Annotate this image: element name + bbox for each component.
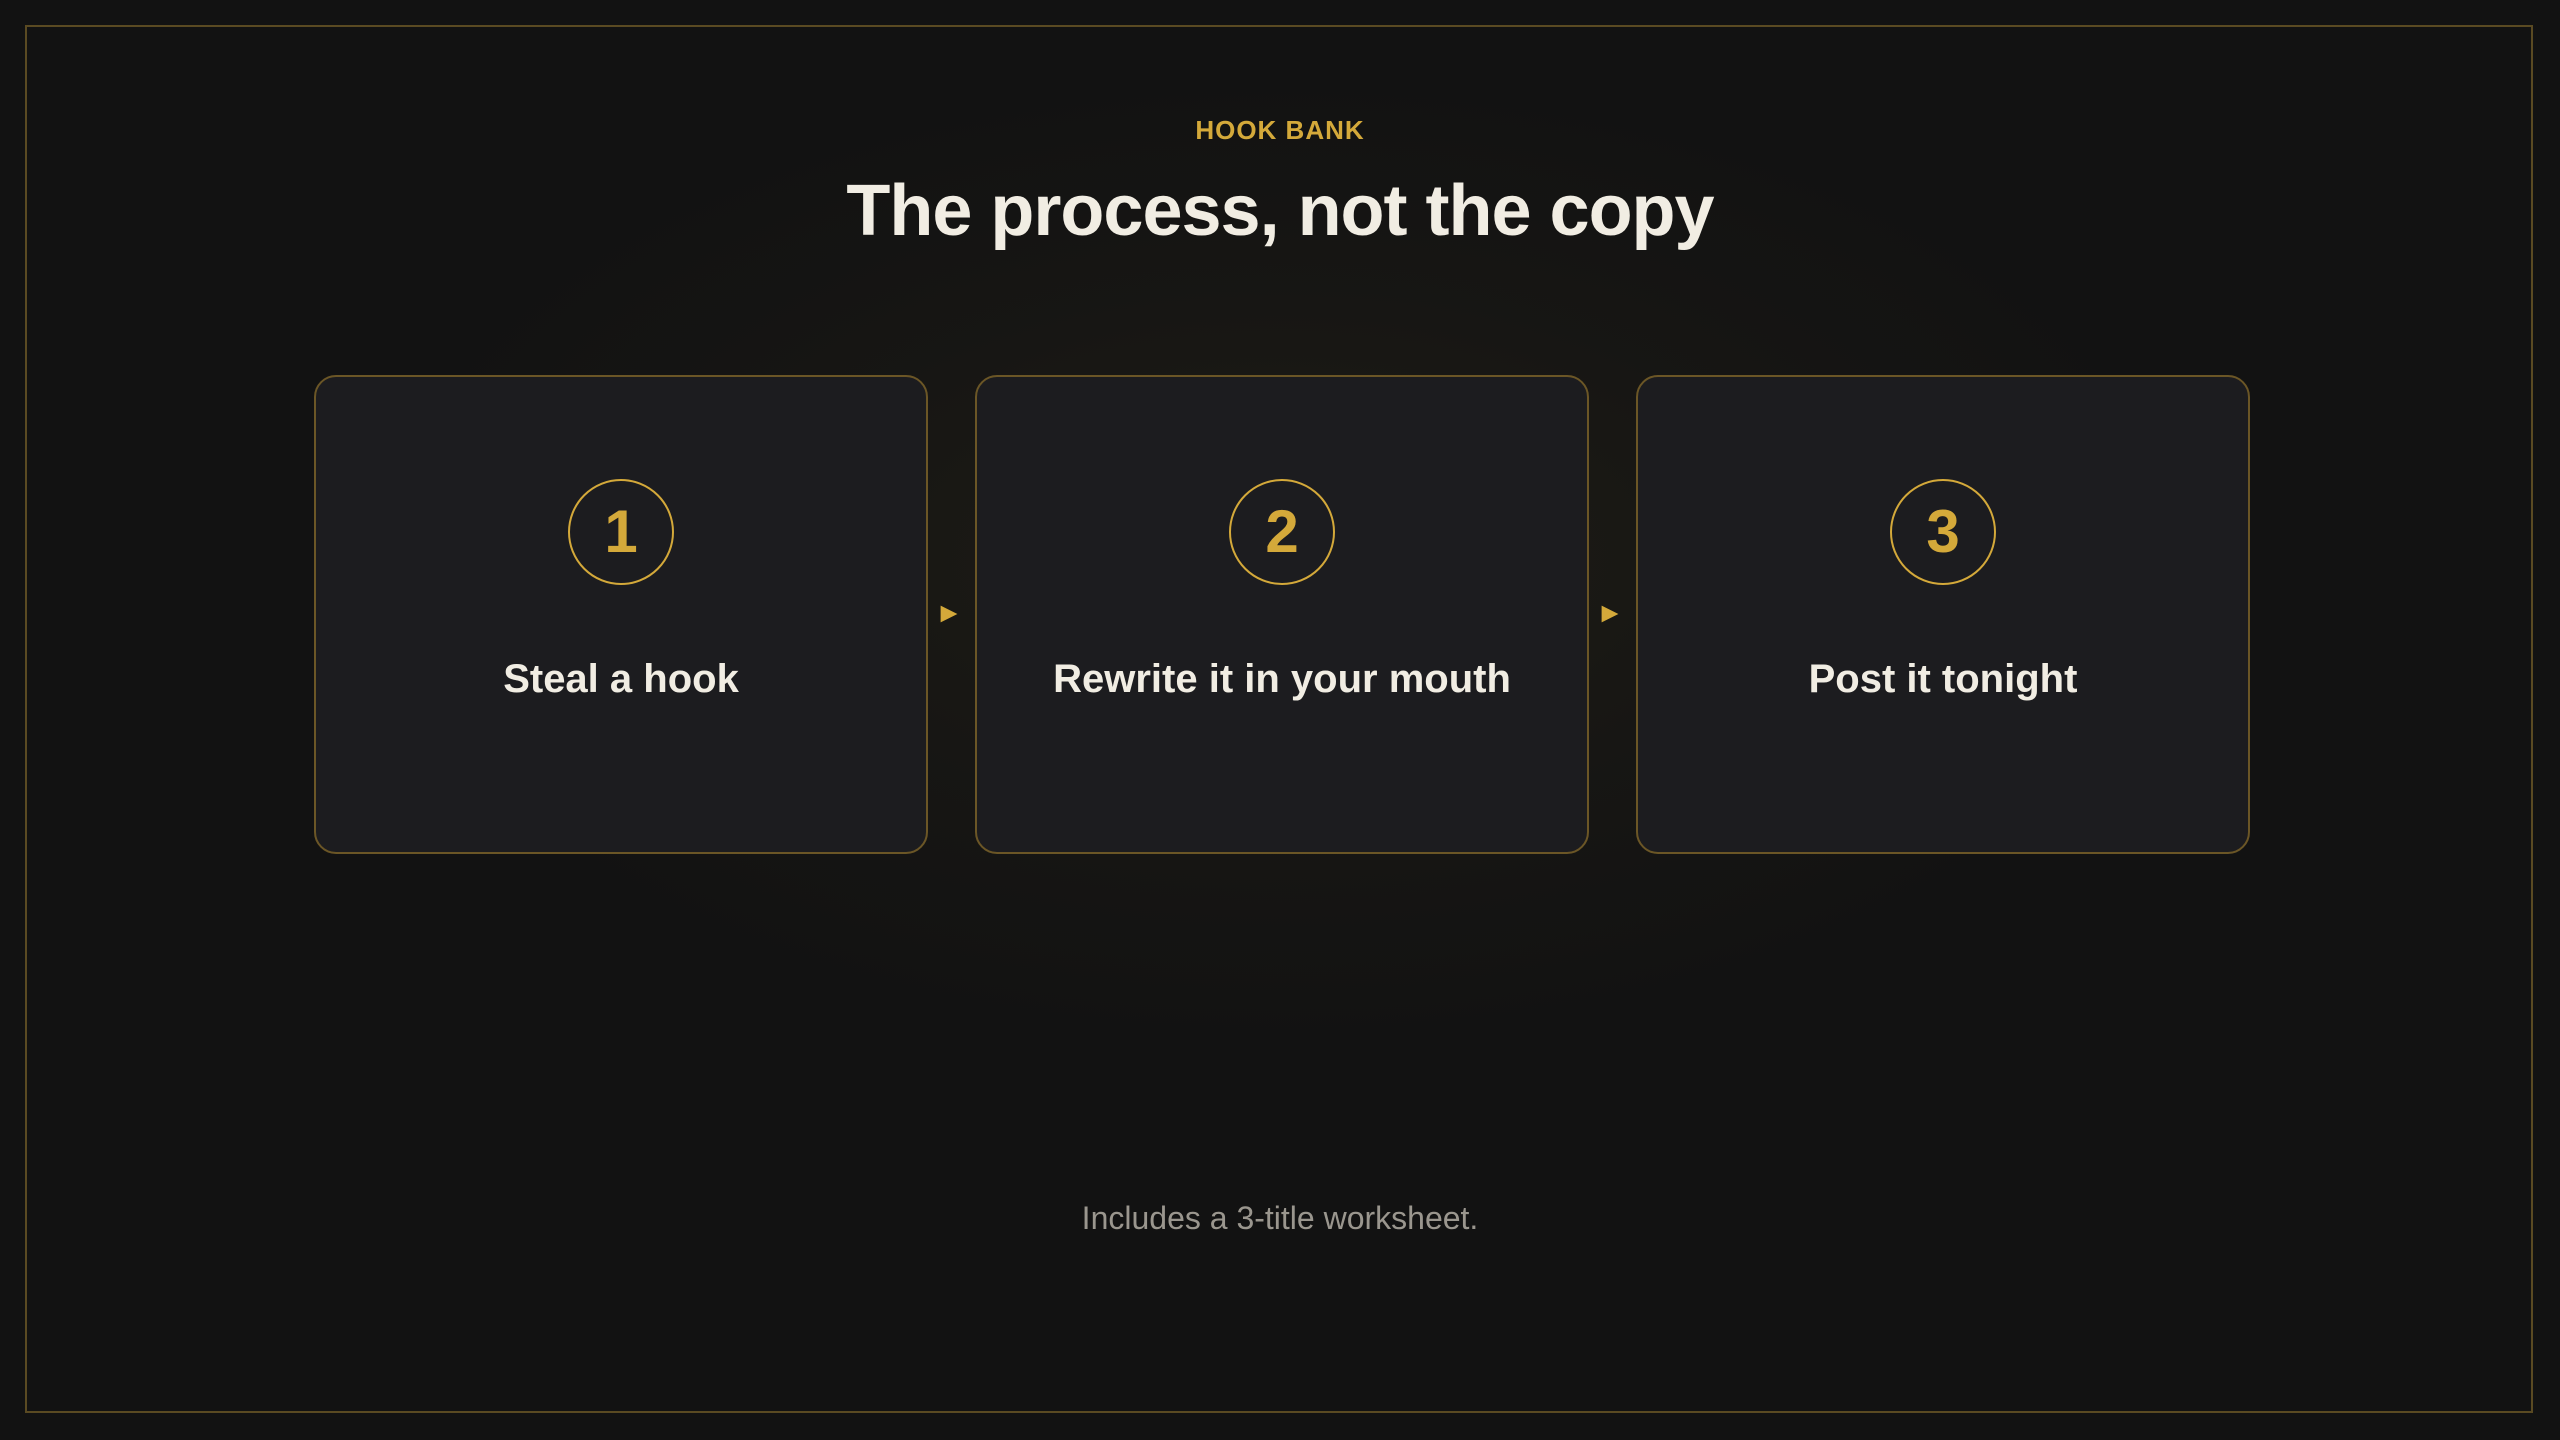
step-card-2: 2 Rewrite it in your mouth <box>975 375 1589 854</box>
step-label: Post it tonight <box>1808 657 2078 701</box>
arrow-right-icon: ► <box>1596 597 1624 628</box>
step-label: Steal a hook <box>503 657 739 701</box>
step-card-3: 3 Post it tonight <box>1636 375 2250 854</box>
arrow-right-icon: ► <box>935 597 963 628</box>
step-number-badge: 1 <box>568 479 674 585</box>
footnote: Includes a 3-title worksheet. <box>1081 1200 1479 1236</box>
step-number-badge: 2 <box>1229 479 1335 585</box>
step-label: Rewrite it in your mouth <box>1053 657 1511 701</box>
step-number-badge: 3 <box>1890 479 1996 585</box>
page-title: The process, not the copy <box>846 171 1714 251</box>
eyebrow-label: HOOK BANK <box>1195 115 1365 145</box>
step-card-1: 1 Steal a hook <box>314 375 928 854</box>
